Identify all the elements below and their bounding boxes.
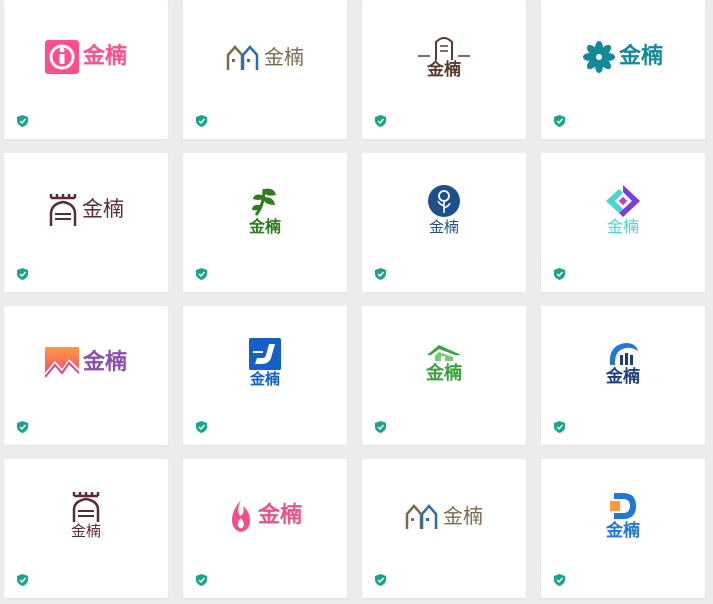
logo-card[interactable]: 金楠 [541,0,705,139]
logo-card[interactable]: 金楠 [183,306,347,445]
logo-card[interactable]: 金楠 [541,459,705,598]
logo-preview: 金楠 [541,306,705,419]
shield-icon [375,574,386,586]
brand-name: 金楠 [264,44,304,69]
shield-icon [375,268,386,280]
brand-name: 金楠 [70,522,101,540]
brand-name: 金楠 [427,60,461,80]
shield-icon [375,421,386,433]
castle-icon [49,193,77,226]
logo-card[interactable]: 金楠 [4,306,168,445]
brand-name: 金楠 [249,370,280,388]
shield-icon [17,268,28,280]
shield-icon [554,421,565,433]
brand-name: 金楠 [428,218,459,236]
logo-preview: 金楠 [362,0,526,113]
logo-preview: 金楠 [183,306,347,419]
logo-card[interactable]: 金楠 [541,306,705,445]
blue-arc-icon [609,343,638,365]
shield-icon [196,268,207,280]
logo-preview: 金楠 [4,153,168,266]
brand-name: 金楠 [606,367,640,387]
shield-icon [196,421,207,433]
logo-card[interactable]: 金楠 [362,459,526,598]
shield-icon [554,115,565,127]
shield-icon [17,115,28,127]
logo-card[interactable]: 金楠 [541,153,705,292]
shield-icon [196,115,207,127]
shield-icon [196,574,207,586]
shield-icon [17,574,28,586]
logo-card[interactable]: 金楠 [4,459,168,598]
shield-icon [554,574,565,586]
brand-name: 金楠 [257,502,302,528]
logo-card[interactable]: 金楠 [362,153,526,292]
logo-preview: 金楠 [362,459,526,572]
teal-flower-icon [582,40,615,73]
twin-houses-icon [226,44,259,70]
logo-card[interactable]: 金楠 [362,306,526,445]
blue-j-square-icon [249,338,281,370]
logo-preview: 金楠 [541,0,705,113]
logo-card[interactable]: 金楠 [4,153,168,292]
twin-houses-icon [405,503,438,529]
sunset-house-icon [44,346,79,379]
brand-name: 金楠 [443,503,483,528]
logo-preview: 金楠 [183,0,347,113]
logo-preview: 金楠 [4,0,168,113]
green-roof-icon [427,344,461,361]
logo-card[interactable]: 金楠 [183,0,347,139]
pink-flame-icon [231,499,250,532]
pink-i-square-icon [44,39,79,74]
shield-icon [17,421,28,433]
logo-card[interactable]: 金楠 [183,153,347,292]
logo-preview: 金楠 [183,459,347,572]
logo-preview: 金楠 [4,306,168,419]
brand-name: 金楠 [82,197,124,221]
logo-preview: 金楠 [362,306,526,419]
brand-name: 金楠 [606,521,640,541]
brand-name: 金楠 [618,43,663,69]
logo-card[interactable]: 金楠 [362,0,526,139]
tower-icon [72,492,100,522]
logo-preview: 金楠 [541,153,705,266]
logo-card[interactable]: 金楠 [4,0,168,139]
leaf-tree-icon [252,188,276,216]
brand-name: 金楠 [82,349,127,375]
brand-name: 金楠 [606,216,639,236]
logo-preview: 金楠 [183,153,347,266]
logo-preview: 金楠 [362,153,526,266]
shield-icon [375,115,386,127]
blue-circle-rose-icon [428,185,460,217]
brand-name: 金楠 [248,216,281,236]
brand-name: 金楠 [82,43,127,69]
purple-diamond-icon [606,184,640,217]
brand-name: 金楠 [426,362,462,384]
shield-icon [554,268,565,280]
blue-d-icon [610,493,636,519]
gate-icon [418,37,470,60]
logo-card[interactable]: 金楠 [183,459,347,598]
logo-preview: 金楠 [541,459,705,572]
logo-preview: 金楠 [4,459,168,572]
